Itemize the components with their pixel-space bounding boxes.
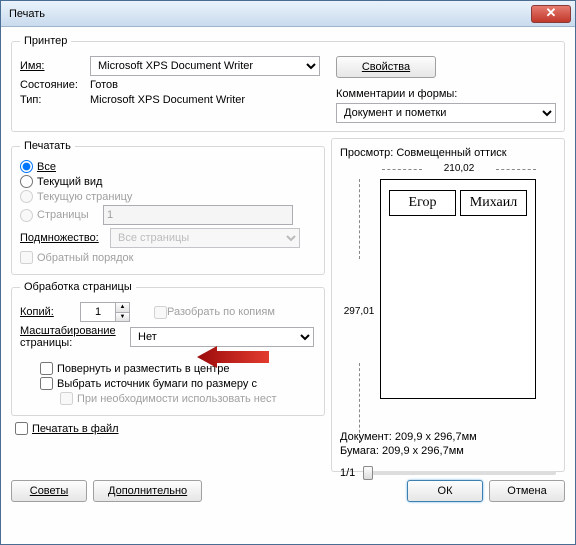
- scale-select[interactable]: Нет: [130, 327, 314, 347]
- subset-label: Подмножество:: [20, 232, 110, 244]
- properties-button[interactable]: Свойства: [336, 56, 436, 78]
- preview-cell-2: Михаил: [460, 190, 527, 216]
- paper-source-checkbox[interactable]: [40, 377, 53, 390]
- spinner-down-icon[interactable]: ▼: [115, 313, 129, 322]
- close-button[interactable]: ✕: [531, 5, 571, 23]
- radio-current-page: [20, 190, 33, 203]
- subset-select: Все страницы: [110, 228, 300, 248]
- collate-label: Разобрать по копиям: [167, 306, 275, 318]
- reverse-label: Обратный порядок: [37, 252, 133, 264]
- rotate-label: Повернуть и разместить в центре: [57, 363, 229, 375]
- dialog-body: Принтер Имя: Microsoft XPS Document Writ…: [1, 27, 575, 544]
- printer-legend: Принтер: [20, 35, 71, 47]
- radio-all[interactable]: [20, 160, 33, 173]
- radio-pages: [20, 209, 33, 222]
- scale-label1: Масштабирование: [20, 325, 130, 337]
- dim-height: 297,01: [342, 179, 376, 443]
- name-label: Имя:: [20, 60, 90, 72]
- radio-pages-label: Страницы: [37, 209, 99, 221]
- copies-input[interactable]: [81, 303, 115, 321]
- spinner-up-icon[interactable]: ▲: [115, 303, 129, 313]
- custom-checkbox: [60, 392, 73, 405]
- paper-source-label: Выбрать источник бумаги по размеру с: [57, 378, 257, 390]
- print-to-file-checkbox[interactable]: [15, 422, 28, 435]
- titlebar: Печать ✕: [1, 1, 575, 27]
- rotate-checkbox[interactable]: [40, 362, 53, 375]
- type-label: Тип:: [20, 94, 90, 106]
- preview-panel: Просмотр: Совмещенный оттиск 210,02 297,…: [331, 138, 565, 472]
- comments-select[interactable]: Документ и пометки: [336, 103, 556, 123]
- printer-group: Принтер Имя: Microsoft XPS Document Writ…: [11, 35, 565, 132]
- preview-cell-1: Егор: [389, 190, 456, 216]
- radio-current-view-label: Текущий вид: [37, 176, 102, 188]
- window-title: Печать: [9, 8, 531, 20]
- print-dialog: Печать ✕ Принтер Имя: Microsoft XPS Docu…: [0, 0, 576, 545]
- dim-width: 210,02: [382, 163, 536, 174]
- print-range-group: Печатать Все Текущий вид Текущую страниц…: [11, 140, 325, 275]
- copies-spinner[interactable]: ▲ ▼: [80, 302, 130, 322]
- status-value: Готов: [90, 79, 118, 91]
- radio-current-view[interactable]: [20, 175, 33, 188]
- page-counter: 1/1: [340, 467, 355, 479]
- slider-thumb[interactable]: [363, 466, 373, 480]
- preview-page: Егор Михаил: [380, 179, 536, 399]
- custom-label: При необходимости использовать нест: [77, 393, 277, 405]
- cancel-button[interactable]: Отмена: [489, 480, 565, 502]
- reverse-checkbox: [20, 251, 33, 264]
- type-value: Microsoft XPS Document Writer: [90, 94, 245, 106]
- scale-label2: страницы:: [20, 337, 130, 349]
- pages-input: [103, 205, 293, 225]
- radio-current-page-label: Текущую страницу: [37, 191, 132, 203]
- paper-size: Бумага: 209,9 x 296,7мм: [340, 445, 464, 457]
- ok-button[interactable]: ОК: [407, 480, 483, 502]
- comments-label: Комментарии и формы:: [336, 88, 556, 100]
- page-slider[interactable]: [363, 471, 556, 475]
- handling-legend: Обработка страницы: [20, 281, 136, 293]
- range-legend: Печатать: [20, 140, 75, 152]
- preview-label: Просмотр: Совмещенный оттиск: [340, 147, 556, 159]
- printer-name-select[interactable]: Microsoft XPS Document Writer: [90, 56, 320, 76]
- tips-button[interactable]: Советы: [11, 480, 87, 502]
- radio-all-label: Все: [37, 161, 56, 173]
- status-label: Состояние:: [20, 79, 90, 91]
- advanced-button[interactable]: Дополнительно: [93, 480, 202, 502]
- collate-checkbox: [154, 306, 167, 319]
- page-handling-group: Обработка страницы Копий: ▲ ▼ Разобр: [11, 281, 325, 416]
- doc-size: Документ: 209,9 x 296,7мм: [340, 431, 477, 443]
- print-to-file-label: Печатать в файл: [32, 423, 119, 435]
- copies-label: Копий:: [20, 306, 80, 318]
